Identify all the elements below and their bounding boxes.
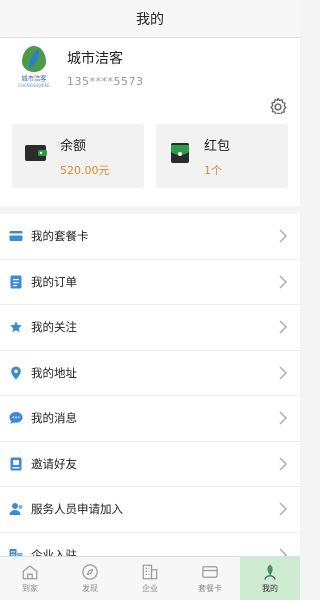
menu-item-orders[interactable]: 我的订单 xyxy=(0,260,300,305)
home-icon xyxy=(22,565,38,580)
tab-label: 到家 xyxy=(22,584,38,593)
menu-item-label: 我的订单 xyxy=(31,274,77,289)
chevron-right-icon xyxy=(279,502,287,516)
location-icon xyxy=(9,366,23,380)
menu-item-label: 我的套餐卡 xyxy=(31,229,89,244)
avatar[interactable]: 城市洁客 CHENGSHIJIEKE xyxy=(17,46,51,88)
tab-home[interactable]: 到家 xyxy=(0,557,60,600)
wallet-icon xyxy=(25,145,47,161)
compass-icon xyxy=(82,564,98,580)
order-icon xyxy=(9,275,23,289)
menu-item-label: 我的消息 xyxy=(31,411,77,426)
building-icon xyxy=(142,564,158,580)
chevron-right-icon xyxy=(279,229,287,243)
card-icon xyxy=(202,566,218,578)
tab-enterprise[interactable]: 企业 xyxy=(120,557,180,600)
message-icon xyxy=(9,411,23,425)
tab-label: 发现 xyxy=(82,584,98,593)
red-packet-title: 红包 xyxy=(204,139,231,154)
menu-item-label: 服务人员申请加入 xyxy=(31,502,123,517)
tab-label: 我的 xyxy=(262,584,278,593)
chevron-right-icon xyxy=(279,411,287,425)
profile-section[interactable]: 城市洁客 CHENGSHIJIEKE 城市洁客 135****5573 xyxy=(0,38,300,116)
chevron-right-icon xyxy=(279,275,287,288)
red-packet-icon xyxy=(171,143,189,163)
profile-icon xyxy=(264,564,276,580)
menu-item-invite[interactable]: 邀请好友 xyxy=(0,442,300,487)
menu-item-label: 邀请好友 xyxy=(31,456,77,471)
menu-item-package-card[interactable]: 我的套餐卡 xyxy=(0,214,300,260)
menu-item-label: 我的关注 xyxy=(31,320,77,335)
page-title: 我的 xyxy=(136,11,164,28)
avatar-brand-sub: CHENGSHIJIEKE xyxy=(18,83,50,88)
menu-item-messages[interactable]: 我的消息 xyxy=(0,396,300,442)
user-phone: 135****5573 xyxy=(67,75,144,88)
tab-package-card[interactable]: 套餐卡 xyxy=(180,557,240,600)
user-name: 城市洁客 xyxy=(67,51,123,67)
balance-title: 余额 xyxy=(60,139,87,154)
chevron-right-icon xyxy=(279,366,287,379)
wallet-cards: 余额 520.00元 红包 1个 xyxy=(0,114,300,214)
tab-discover[interactable]: 发现 xyxy=(60,557,120,600)
nav-header: 我的 xyxy=(0,0,300,38)
balance-card[interactable]: 余额 520.00元 xyxy=(12,124,144,188)
brand-logo-icon xyxy=(22,46,46,72)
tab-label: 企业 xyxy=(142,584,158,593)
invite-icon xyxy=(9,457,23,471)
avatar-brand-name: 城市洁客 xyxy=(21,74,47,83)
menu-item-follows[interactable]: 我的关注 xyxy=(0,305,300,351)
menu-item-staff-apply[interactable]: 服务人员申请加入 xyxy=(0,487,300,533)
staff-icon xyxy=(9,502,23,516)
tab-mine[interactable]: 我的 xyxy=(240,557,300,600)
profile-screen: 我的 城市洁客 CHENGSHIJIEKE 城市洁客 135****5573 余… xyxy=(0,0,300,600)
red-packet-card[interactable]: 红包 1个 xyxy=(156,124,288,188)
chevron-right-icon xyxy=(279,457,287,470)
star-icon xyxy=(9,320,23,334)
menu-item-address[interactable]: 我的地址 xyxy=(0,351,300,396)
menu-list: 我的套餐卡 我的订单 我的关注 我的地址 我的消息 邀请好友 服务人员申请加入 … xyxy=(0,214,300,578)
menu-item-label: 我的地址 xyxy=(31,365,77,380)
card-icon xyxy=(9,229,23,243)
red-packet-value: 1个 xyxy=(204,164,222,177)
chevron-right-icon xyxy=(279,320,287,334)
balance-value: 520.00元 xyxy=(60,164,110,177)
tab-label: 套餐卡 xyxy=(198,584,222,593)
bottom-tab-bar: 到家 发现 企业 套餐卡 我的 xyxy=(0,556,300,600)
